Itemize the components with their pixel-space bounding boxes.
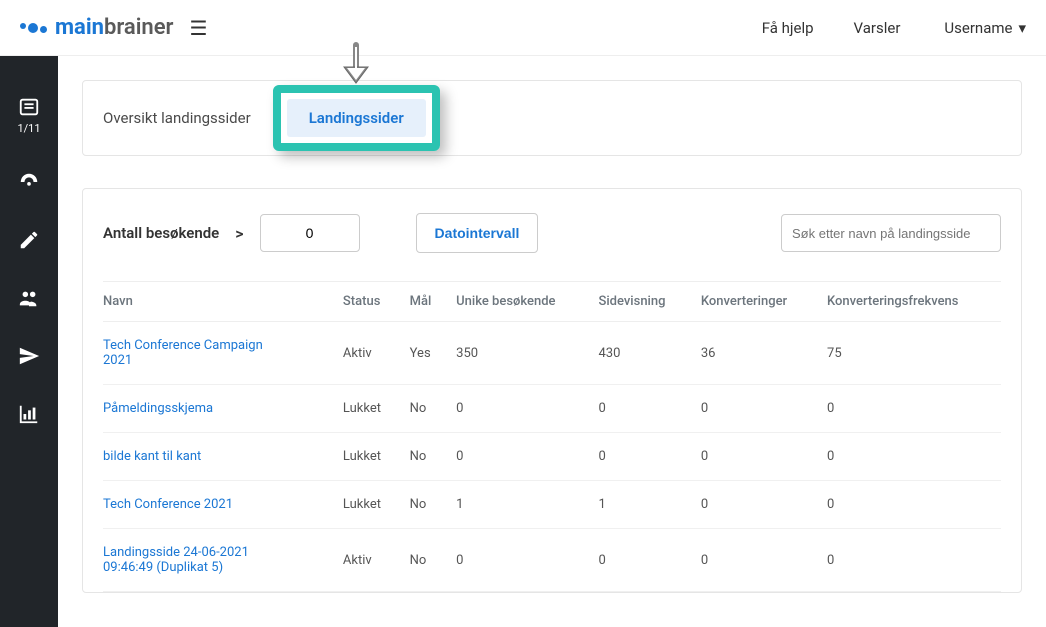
tab-overview[interactable]: Oversikt landingssider (103, 109, 251, 127)
col-pageviews[interactable]: Sidevisning (590, 282, 692, 322)
cell-pageviews: 0 (590, 433, 692, 481)
cell-convrate: 0 (819, 385, 1001, 433)
table-row: Tech Conference Campaign 2021 AktivYes350… (103, 322, 1001, 385)
cell-pageviews: 430 (590, 322, 692, 385)
landing-page-link[interactable]: bilde kant til kant (103, 449, 201, 464)
logo-text-main: main (55, 15, 104, 40)
cell-goal: No (402, 481, 449, 529)
table-row: PåmeldingsskjemaLukketNo0000 (103, 385, 1001, 433)
results-card: Antall besøkende > Datointervall Navn St… (82, 188, 1022, 593)
logo-dots-icon (20, 23, 47, 33)
top-bar: mainbrainer ☰ Få hjelp Varsler Username … (0, 0, 1046, 56)
tutorial-arrow-icon (336, 41, 376, 93)
alerts-link[interactable]: Varsler (854, 19, 901, 37)
cell-convrate: 75 (819, 322, 1001, 385)
col-conversions[interactable]: Konverteringer (693, 282, 819, 322)
table-row: Landingsside 24-06-2021 09:46:49 (Duplik… (103, 529, 1001, 592)
username-label: Username (944, 19, 1012, 37)
cell-goal: No (402, 385, 449, 433)
cell-unique: 1 (448, 481, 590, 529)
landing-page-link[interactable]: Tech Conference Campaign 2021 (103, 338, 283, 368)
cell-convrate: 0 (819, 481, 1001, 529)
date-range-button[interactable]: Datointervall (416, 213, 539, 253)
col-goal[interactable]: Mål (402, 282, 449, 322)
table-row: Tech Conference 2021LukketNo1100 (103, 481, 1001, 529)
cell-goal: Yes (402, 322, 449, 385)
main-content: Oversikt landingssider Landingssider Ant… (58, 56, 1046, 627)
steps-icon (18, 96, 40, 118)
search-input[interactable] (781, 214, 1001, 252)
cell-convrate: 0 (819, 433, 1001, 481)
sidebar-item-edit[interactable] (0, 229, 58, 251)
sidebar-step-label: 1/11 (17, 122, 40, 135)
cell-goal: No (402, 433, 449, 481)
tabs-card: Oversikt landingssider Landingssider (82, 80, 1022, 156)
landing-pages-table: Navn Status Mål Unike besøkende Sidevisn… (103, 281, 1001, 592)
cell-unique: 0 (448, 433, 590, 481)
table-header-row: Navn Status Mål Unike besøkende Sidevisn… (103, 282, 1001, 322)
col-name[interactable]: Navn (103, 282, 335, 322)
greater-than-label: > (235, 224, 243, 243)
tab-landing-pages[interactable]: Landingssider (287, 99, 426, 137)
cell-status: Lukket (335, 481, 402, 529)
cell-convrate: 0 (819, 529, 1001, 592)
cell-goal: No (402, 529, 449, 592)
landing-page-link[interactable]: Tech Conference 2021 (103, 497, 233, 512)
col-convrate[interactable]: Konverteringsfrekvens (819, 282, 1001, 322)
cell-conversions: 0 (693, 529, 819, 592)
help-link[interactable]: Få hjelp (762, 19, 814, 37)
users-icon (18, 287, 40, 309)
dashboard-icon (18, 171, 40, 193)
cell-status: Lukket (335, 385, 402, 433)
sidebar-item-insights[interactable] (0, 403, 58, 425)
paper-plane-icon (18, 345, 40, 367)
sidebar-item-send[interactable] (0, 345, 58, 367)
cell-conversions: 0 (693, 433, 819, 481)
landing-page-link[interactable]: Påmeldingsskjema (103, 401, 213, 416)
cell-unique: 0 (448, 529, 590, 592)
cell-pageviews: 1 (590, 481, 692, 529)
visitors-input[interactable] (260, 214, 360, 252)
filter-bar: Antall besøkende > Datointervall (103, 213, 1001, 253)
cell-conversions: 36 (693, 322, 819, 385)
cell-status: Lukket (335, 433, 402, 481)
sidebar-item-steps[interactable]: 1/11 (0, 96, 58, 135)
visitors-filter-label: Antall besøkende (103, 224, 219, 242)
cell-status: Aktiv (335, 322, 402, 385)
logo-text-brainer: brainer (104, 15, 174, 40)
chart-icon (18, 403, 40, 425)
cell-conversions: 0 (693, 481, 819, 529)
menu-icon[interactable]: ☰ (189, 16, 207, 40)
chevron-down-icon: ▾ (1018, 19, 1026, 37)
cell-conversions: 0 (693, 385, 819, 433)
cell-unique: 350 (448, 322, 590, 385)
sidebar: 1/11 (0, 56, 58, 627)
cell-status: Aktiv (335, 529, 402, 592)
sidebar-item-dashboard[interactable] (0, 171, 58, 193)
col-unique[interactable]: Unike besøkende (448, 282, 590, 322)
col-status[interactable]: Status (335, 282, 402, 322)
cell-pageviews: 0 (590, 385, 692, 433)
logo[interactable]: mainbrainer (20, 15, 173, 40)
pencil-icon (18, 229, 40, 251)
landing-page-link[interactable]: Landingsside 24-06-2021 09:46:49 (Duplik… (103, 545, 283, 575)
sidebar-item-users[interactable] (0, 287, 58, 309)
cell-pageviews: 0 (590, 529, 692, 592)
user-menu[interactable]: Username ▾ (944, 19, 1026, 37)
table-row: bilde kant til kantLukketNo0000 (103, 433, 1001, 481)
cell-unique: 0 (448, 385, 590, 433)
